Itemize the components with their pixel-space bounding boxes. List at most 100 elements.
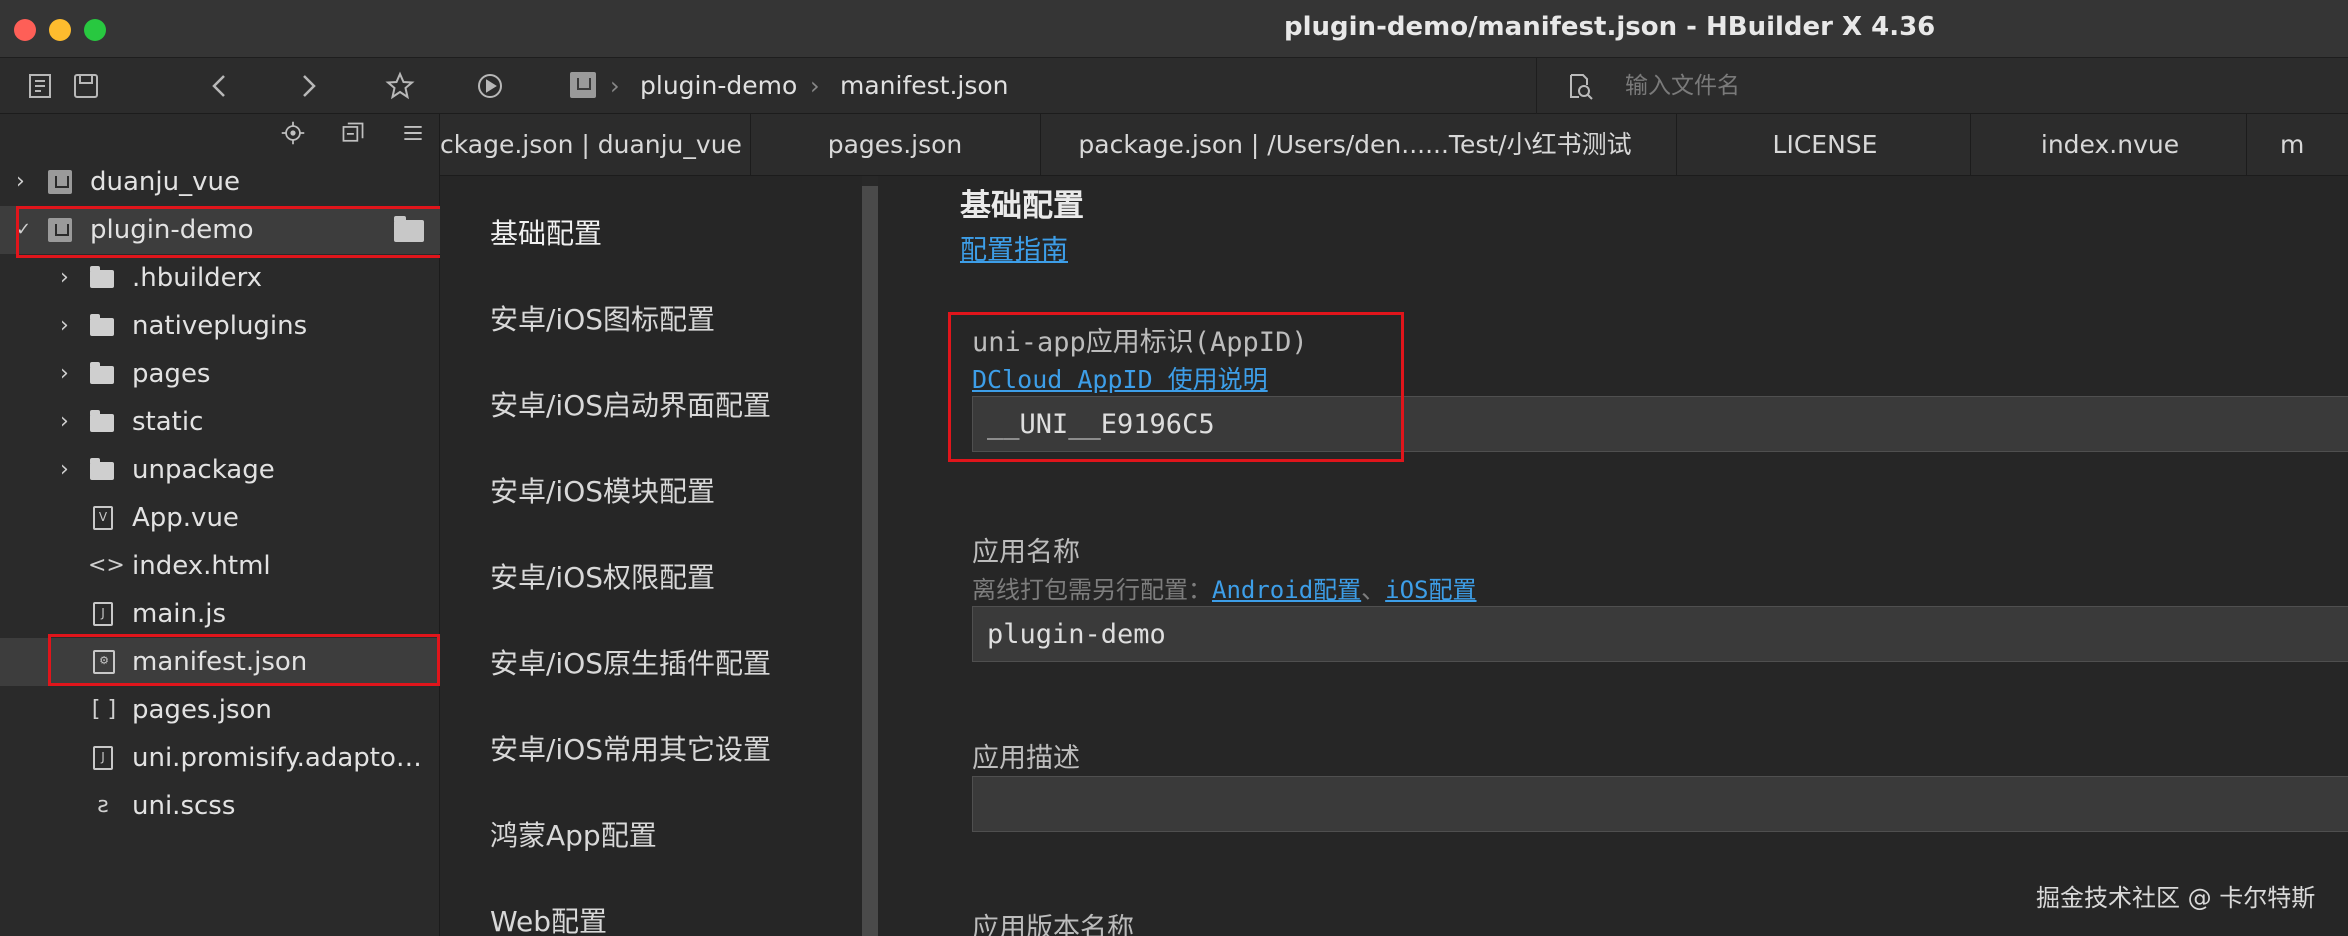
window-title: plugin-demo/manifest.json - HBuilder X 4… (1284, 12, 1936, 42)
manifest-file-icon: ⚙ (93, 650, 115, 674)
tab-package-json-xhs[interactable]: package.json | /Users/den......Test/小红书测… (1060, 114, 1650, 175)
folder-icon (90, 410, 114, 432)
tree-item-label: static (132, 407, 204, 437)
new-file-icon[interactable] (20, 66, 60, 106)
tree-item-index-html[interactable]: <> index.html (0, 542, 440, 590)
nav-basic-config[interactable]: 基础配置 (490, 212, 602, 252)
nav-native-plugin-config[interactable]: 安卓/iOS原生插件配置 (490, 642, 771, 682)
tree-item-static[interactable]: › static (0, 398, 440, 446)
folder-icon (90, 362, 114, 384)
tree-item-label: plugin-demo (90, 215, 254, 245)
nav-harmony-config[interactable]: 鸿蒙App配置 (490, 814, 657, 854)
tree-item-main-js[interactable]: J main.js (0, 590, 440, 638)
title-bar: plugin-demo/manifest.json - HBuilder X 4… (0, 0, 2348, 58)
zoom-window-button[interactable] (84, 19, 106, 41)
explorer-toolbar (0, 114, 440, 156)
tree-item-label: index.html (132, 551, 271, 581)
tree-item-label: .hbuilderx (132, 263, 263, 293)
tree-item-uni-scss[interactable]: ꙅ uni.scss (0, 782, 440, 830)
ios-config-link[interactable]: iOS配置 (1385, 576, 1476, 604)
offline-pack-note: 离线打包需另行配置： (972, 576, 1212, 604)
project-icon (48, 218, 72, 242)
tab-package-json-duanju[interactable]: ckage.json | duanju_vue (440, 114, 742, 175)
chevron-right-icon[interactable]: › (60, 254, 80, 302)
tab-divider (1040, 114, 1041, 175)
section-title: 基础配置 (960, 188, 1084, 224)
config-guide-link[interactable]: 配置指南 (960, 228, 1068, 267)
breadcrumb-file[interactable]: manifest.json (840, 68, 1009, 104)
back-icon[interactable] (200, 66, 240, 106)
tree-item-label: uni.promisify.adapto… (132, 743, 422, 773)
breadcrumb-separator: › (810, 72, 820, 100)
close-window-button[interactable] (14, 19, 36, 41)
tab-overflow[interactable]: m (2280, 114, 2348, 175)
tree-item-hbuilderx[interactable]: › .hbuilderx (0, 254, 440, 302)
manifest-settings-content: 基础配置 配置指南 uni-app应用标识(AppID) DCloud AppI… (878, 176, 2348, 936)
project-explorer: › duanju_vue ✓ plugin-demo › .hbuilderx … (0, 114, 440, 936)
run-icon[interactable] (470, 66, 510, 106)
nav-splash-config[interactable]: 安卓/iOS启动界面配置 (490, 384, 771, 424)
tree-item-manifest-json[interactable]: ⚙ manifest.json (0, 638, 440, 686)
file-search-input[interactable] (1625, 68, 2225, 104)
link-separator: 、 (1361, 576, 1386, 604)
app-window: plugin-demo/manifest.json - HBuilder X 4… (0, 0, 2348, 936)
chevron-right-icon[interactable]: › (60, 302, 80, 350)
app-name-field[interactable] (972, 606, 2348, 662)
tree-item-label: main.js (132, 599, 226, 629)
tree-item-label: duanju_vue (90, 167, 240, 197)
tree-item-pages-json[interactable]: [ ] pages.json (0, 686, 440, 734)
minimize-window-button[interactable] (49, 19, 71, 41)
settings-nav-scrollbar[interactable] (862, 186, 878, 936)
tree-item-label: nativeplugins (132, 311, 308, 341)
android-config-link[interactable]: Android配置 (1212, 576, 1361, 604)
chevron-right-icon[interactable]: › (60, 446, 80, 494)
editor-tabs: ckage.json | duanju_vue pages.json packa… (440, 114, 2348, 176)
version-name-label: 应用版本名称 (972, 913, 1134, 936)
tree-item-plugin-demo[interactable]: ✓ plugin-demo (0, 206, 440, 254)
chevron-right-icon[interactable]: › (16, 158, 36, 206)
tree-item-duanju-vue[interactable]: › duanju_vue (0, 158, 440, 206)
tree-item-label: uni.scss (132, 791, 236, 821)
manifest-settings-nav: 基础配置 安卓/iOS图标配置 安卓/iOS启动界面配置 安卓/iOS模块配置 … (440, 176, 862, 936)
app-name-label: 应用名称 (972, 537, 1080, 568)
tree-item-label: unpackage (132, 455, 275, 485)
breadcrumb-project[interactable]: plugin-demo (640, 68, 797, 104)
appid-field[interactable] (972, 396, 2348, 452)
nav-permission-config[interactable]: 安卓/iOS权限配置 (490, 556, 715, 596)
nav-icon-config[interactable]: 安卓/iOS图标配置 (490, 298, 715, 338)
tree-item-label: pages.json (132, 695, 272, 725)
file-search (1536, 58, 2348, 114)
forward-icon[interactable] (288, 66, 328, 106)
scss-file-icon: ꙅ (97, 793, 109, 818)
chevron-down-icon[interactable]: ✓ (16, 206, 36, 254)
tree-item-unpackage[interactable]: › unpackage (0, 446, 440, 494)
app-name-subtext: 离线打包需另行配置：Android配置、iOS配置 (972, 570, 1477, 605)
nav-web-config[interactable]: Web配置 (490, 900, 607, 936)
html-file-icon: <> (88, 553, 125, 578)
locate-icon[interactable] (278, 120, 308, 150)
app-desc-field[interactable] (972, 776, 2348, 832)
collapse-all-icon[interactable] (338, 120, 368, 150)
tree-item-uni-promisify[interactable]: J uni.promisify.adapto… (0, 734, 440, 782)
nav-other-settings[interactable]: 安卓/iOS常用其它设置 (490, 728, 771, 768)
nav-module-config[interactable]: 安卓/iOS模块配置 (490, 470, 715, 510)
tab-index-nvue[interactable]: index.nvue (1970, 114, 2250, 175)
project-icon (570, 72, 596, 98)
tab-pages-json[interactable]: pages.json (770, 114, 1020, 175)
chevron-right-icon[interactable]: › (60, 350, 80, 398)
save-icon[interactable] (66, 66, 106, 106)
appid-help-link[interactable]: DCloud AppID 使用说明 (972, 360, 1268, 396)
chevron-right-icon[interactable]: › (60, 398, 80, 446)
menu-icon[interactable] (398, 120, 428, 150)
js-file-icon: J (93, 746, 113, 770)
folder-icon (90, 314, 114, 336)
tree-item-app-vue[interactable]: V App.vue (0, 494, 440, 542)
open-folder-icon[interactable] (394, 216, 424, 242)
vue-file-icon: V (93, 506, 113, 530)
tree-item-pages[interactable]: › pages (0, 350, 440, 398)
window-controls (14, 19, 106, 41)
tree-item-nativeplugins[interactable]: › nativeplugins (0, 302, 440, 350)
tab-license[interactable]: LICENSE (1680, 114, 1970, 175)
star-icon[interactable] (380, 66, 420, 106)
tree-item-label: pages (132, 359, 211, 389)
